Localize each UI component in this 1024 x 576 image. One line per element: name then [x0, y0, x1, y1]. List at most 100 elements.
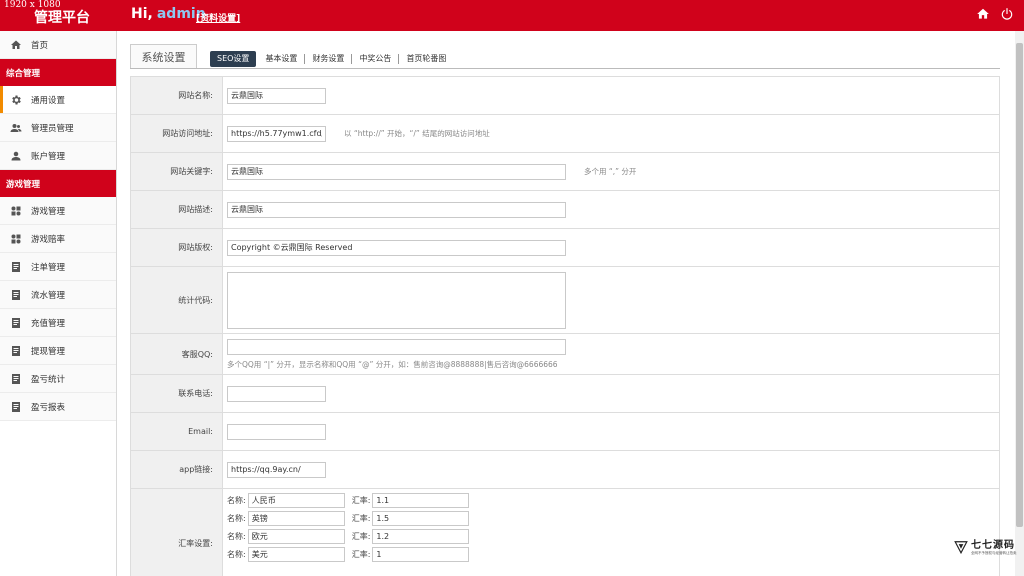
sidebar-item-withdraw-management[interactable]: 提现管理	[0, 337, 116, 365]
rates-label: 汇率设置:	[131, 489, 223, 576]
sidebar-group-games: 游戏管理	[0, 170, 116, 197]
site-url-label: 网站访问地址:	[131, 115, 223, 152]
grid-icon	[9, 204, 22, 217]
copyright-label: 网站版权:	[131, 229, 223, 266]
rate-value-input[interactable]	[372, 547, 470, 562]
greeting-text: Hi,	[131, 6, 153, 22]
rate-row: 名称: 汇率:	[227, 547, 470, 562]
sidebar-item-deposit-management[interactable]: 充值管理	[0, 309, 116, 337]
rate-name-input[interactable]	[247, 493, 345, 508]
sidebar-item-label: 充值管理	[31, 318, 66, 329]
sidebar-item-label: 提现管理	[31, 346, 66, 357]
sidebar-item-label: 管理员管理	[31, 123, 74, 134]
sidebar-item-bet-management[interactable]: 注单管理	[0, 253, 116, 281]
form-row-site-name: 网站名称:	[131, 77, 999, 115]
gear-icon	[9, 93, 22, 106]
qq-label: 客服QQ:	[131, 334, 223, 374]
site-url-hint: 以 “http://” 开始，“/” 结尾的网站访问地址	[344, 129, 490, 138]
header-actions	[976, 7, 1014, 21]
sidebar-item-label: 通用设置	[31, 95, 66, 106]
qq-hint: 多个QQ用 “|” 分开，显示名称和QQ用 “@” 分开，如：售前咨询@8888…	[227, 359, 558, 369]
watermark-logo-icon	[954, 540, 968, 557]
description-input[interactable]	[227, 201, 566, 218]
tab-finance[interactable]: 财务设置	[305, 54, 353, 64]
sidebar-item-flow-management[interactable]: 流水管理	[0, 281, 116, 309]
grid-icon	[9, 232, 22, 245]
doc-icon	[9, 372, 22, 385]
form-row-site-url: 网站访问地址: 以 “http://” 开始，“/” 结尾的网站访问地址	[131, 115, 999, 153]
form-row-email: Email:	[131, 413, 999, 451]
qq-input[interactable]	[227, 338, 566, 355]
rate-value-label: 汇率:	[351, 496, 371, 505]
brand-title: 管理平台	[34, 10, 90, 26]
doc-icon	[9, 400, 22, 413]
sidebar-item-label: 盈亏报表	[31, 402, 66, 413]
rate-value-label: 汇率:	[351, 532, 371, 541]
form-row-stats-code: 统计代码:	[131, 267, 999, 334]
site-name-label: 网站名称:	[131, 77, 223, 114]
sidebar-item-label: 注单管理	[31, 262, 66, 273]
section-divider	[130, 68, 1000, 69]
stats-code-label: 统计代码:	[131, 267, 223, 333]
section-title: 系统设置	[130, 44, 197, 69]
sidebar-item-label: 游戏赔率	[31, 234, 66, 245]
tab-seo[interactable]: SEO设置	[210, 51, 257, 67]
seo-settings-form: 网站名称: 网站访问地址: 以 “http://” 开始，“/” 结尾的网站访问…	[130, 76, 1000, 576]
sidebar-item-home[interactable]: 首页	[0, 31, 116, 59]
tab-basic[interactable]: 基本设置	[258, 54, 306, 64]
form-row-qq: 客服QQ: 多个QQ用 “|” 分开，显示名称和QQ用 “@” 分开，如：售前咨…	[131, 334, 999, 375]
sidebar-item-label: 首页	[31, 40, 49, 51]
watermark-title: 七七源码	[971, 540, 1015, 552]
sidebar-item-general-settings[interactable]: 通用设置	[0, 86, 116, 114]
rate-value-input[interactable]	[372, 529, 470, 544]
profile-settings-link[interactable]: [资料设置]	[196, 11, 240, 24]
rate-value-label: 汇率:	[351, 550, 371, 559]
sidebar-item-label: 盈亏统计	[31, 374, 66, 385]
doc-icon	[9, 316, 22, 329]
tab-carousel[interactable]: 首页轮番图	[399, 54, 453, 64]
sidebar-item-label: 流水管理	[31, 290, 66, 301]
tab-announcement[interactable]: 中奖公告	[352, 54, 400, 64]
greeting: Hi, admin	[131, 6, 206, 22]
rate-name-label: 名称:	[227, 514, 246, 523]
power-icon[interactable]	[1000, 7, 1014, 21]
sidebar-item-account-management[interactable]: 账户管理	[0, 142, 116, 170]
keywords-input[interactable]	[227, 163, 566, 180]
site-url-input[interactable]	[227, 125, 326, 142]
watermark-subtitle: 全网不予授权与经营转让拍卖	[971, 551, 1017, 556]
sidebar-item-profit-stats[interactable]: 盈亏统计	[0, 365, 116, 393]
sidebar-group-general: 综合管理	[0, 59, 116, 86]
settings-tabs: SEO设置 基本设置 财务设置 中奖公告 首页轮番图	[210, 51, 453, 67]
site-name-input[interactable]	[227, 87, 326, 104]
rate-value-input[interactable]	[372, 511, 470, 526]
rate-row: 名称: 汇率:	[227, 529, 470, 544]
description-label: 网站描述:	[131, 191, 223, 228]
rate-row: 名称: 汇率:	[227, 511, 470, 526]
users-icon	[9, 121, 22, 134]
form-row-description: 网站描述:	[131, 191, 999, 229]
sidebar-item-profit-report[interactable]: 盈亏报表	[0, 393, 116, 421]
app-link-input[interactable]	[227, 461, 326, 478]
app-link-label: app链接:	[131, 451, 223, 488]
rate-name-label: 名称:	[227, 532, 246, 541]
form-row-copyright: 网站版权:	[131, 229, 999, 267]
rate-name-label: 名称:	[227, 496, 246, 505]
sidebar-item-label: 账户管理	[31, 151, 66, 162]
sidebar-item-game-management[interactable]: 游戏管理	[0, 197, 116, 225]
copyright-input[interactable]	[227, 239, 566, 256]
home-icon[interactable]	[976, 7, 990, 21]
vertical-scrollbar[interactable]	[1015, 31, 1024, 576]
stats-code-textarea[interactable]	[227, 271, 566, 329]
email-input[interactable]	[227, 423, 326, 440]
rate-name-input[interactable]	[247, 547, 345, 562]
form-row-keywords: 网站关键字: 多个用 “,” 分开	[131, 153, 999, 191]
phone-input[interactable]	[227, 385, 326, 402]
rate-value-input[interactable]	[372, 493, 470, 508]
home-icon	[9, 38, 22, 51]
form-row-rates: 汇率设置: 名称: 汇率: 名称: 汇率:	[131, 489, 999, 576]
sidebar-item-admin-management[interactable]: 管理员管理	[0, 114, 116, 142]
rate-name-input[interactable]	[247, 511, 345, 526]
scrollbar-thumb[interactable]	[1016, 43, 1023, 527]
sidebar-item-game-odds[interactable]: 游戏赔率	[0, 225, 116, 253]
rate-name-input[interactable]	[247, 529, 345, 544]
